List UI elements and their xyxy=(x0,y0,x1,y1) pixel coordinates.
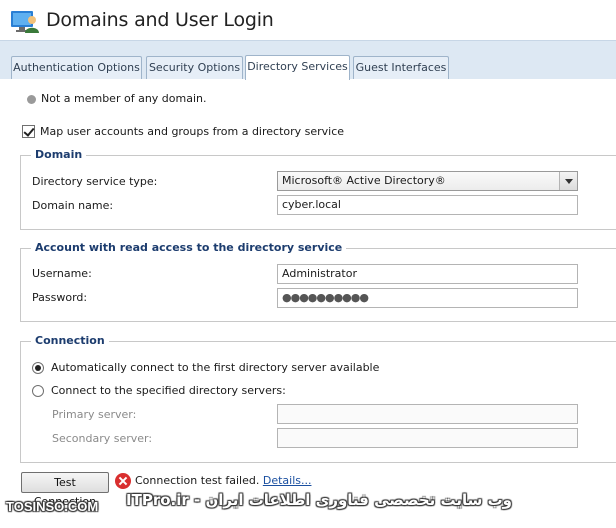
specified-servers-radio[interactable] xyxy=(32,385,44,397)
status-dot-icon xyxy=(27,95,36,104)
watermark-right: وب سایت تخصصی فناوری اطلاعات ایران - ITP… xyxy=(126,491,512,509)
window-header: Domains and User Login xyxy=(0,0,616,40)
secondary-server-label: Secondary server: xyxy=(52,432,153,445)
test-connection-button[interactable]: Test Connection xyxy=(21,472,109,508)
chevron-down-icon[interactable] xyxy=(559,172,577,190)
primary-server-label: Primary server: xyxy=(52,408,137,421)
password-label: Password: xyxy=(32,291,88,304)
primary-server-input[interactable] xyxy=(277,404,578,424)
error-x-icon xyxy=(115,473,131,489)
map-accounts-label: Map user accounts and groups from a dire… xyxy=(40,125,345,138)
domain-group: Domain Directory service type: Microsoft… xyxy=(20,148,616,230)
directory-service-type-label: Directory service type: xyxy=(32,175,158,188)
password-input[interactable]: ●●●●●●●●●● xyxy=(277,288,578,308)
connection-group: Connection Automatically connect to the … xyxy=(20,334,616,463)
connection-group-title: Connection xyxy=(31,334,109,347)
tab-security-options[interactable]: Security Options xyxy=(146,56,243,80)
username-input[interactable]: Administrator xyxy=(277,264,578,284)
connection-test-result-text: Connection test failed. xyxy=(135,474,260,487)
secondary-server-input[interactable] xyxy=(277,428,578,448)
auto-connect-label: Automatically connect to the first direc… xyxy=(51,361,380,374)
page-title: Domains and User Login xyxy=(46,9,274,31)
directory-service-type-value: Microsoft® Active Directory® xyxy=(282,174,446,187)
domain-users-icon xyxy=(11,11,39,33)
directory-service-type-select[interactable]: Microsoft® Active Directory® xyxy=(277,171,578,191)
account-group-title: Account with read access to the director… xyxy=(31,241,347,254)
details-link[interactable]: Details... xyxy=(263,474,312,487)
domain-status-text: Not a member of any domain. xyxy=(41,92,207,105)
username-label: Username: xyxy=(32,267,92,280)
watermark-left: TOSINSO.COM xyxy=(6,499,99,514)
domain-group-title: Domain xyxy=(31,148,87,161)
tab-authentication-options[interactable]: Authentication Options xyxy=(11,56,142,80)
tab-directory-services[interactable]: Directory Services xyxy=(245,55,350,80)
specified-servers-label: Connect to the specified directory serve… xyxy=(51,384,286,397)
tab-guest-interfaces[interactable]: Guest Interfaces xyxy=(353,56,449,80)
auto-connect-radio[interactable] xyxy=(32,362,44,374)
account-group: Account with read access to the director… xyxy=(20,241,616,322)
domain-name-label: Domain name: xyxy=(32,199,114,212)
connection-test-result: Connection test failed. Details... xyxy=(135,474,311,487)
directory-services-panel: Not a member of any domain. Map user acc… xyxy=(0,79,616,528)
domain-name-input[interactable]: cyber.local xyxy=(277,195,578,215)
tab-bar: Authentication Options Security Options … xyxy=(0,40,616,80)
map-accounts-checkbox[interactable] xyxy=(22,125,35,138)
